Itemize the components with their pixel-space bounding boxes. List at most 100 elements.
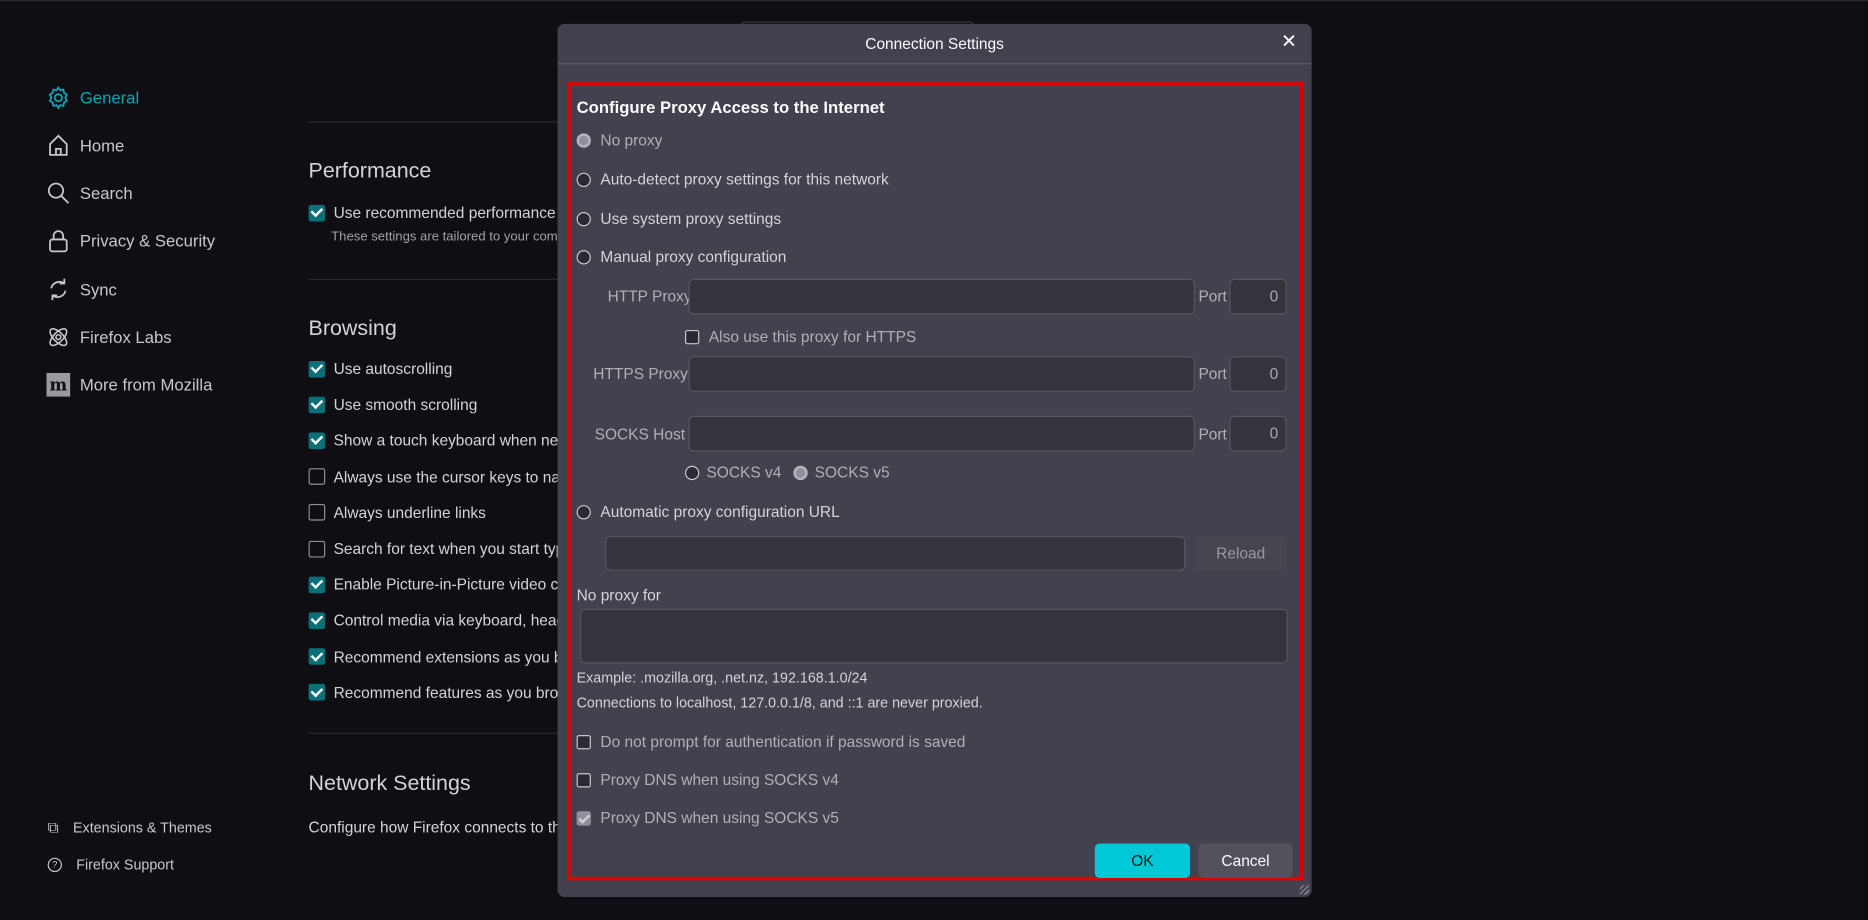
- browsing-heading: Browsing: [308, 315, 397, 340]
- connection-settings-dialog: Connection Settings ✕ Configure Proxy Ac…: [557, 23, 1312, 898]
- no-proxy-for-textarea[interactable]: [580, 608, 1288, 664]
- dialog-title: Connection Settings: [557, 24, 1312, 65]
- proxy-dns-socks5-checkbox[interactable]: Proxy DNS when using SOCKS v5: [576, 808, 839, 827]
- firefox-support-link[interactable]: ? Firefox Support: [47, 857, 174, 873]
- checkbox-label: Also use this proxy for HTTPS: [708, 327, 917, 346]
- https-port-input[interactable]: 0: [1229, 356, 1287, 392]
- sidebar-item-label: Firefox Labs: [79, 327, 172, 347]
- reload-button[interactable]: Reload: [1194, 536, 1287, 571]
- checkbox[interactable]: [308, 648, 326, 665]
- socks-host-input[interactable]: [688, 415, 1195, 452]
- divider: [308, 732, 571, 734]
- http-port-input[interactable]: 0: [1229, 278, 1287, 315]
- radio[interactable]: [576, 249, 591, 264]
- close-icon[interactable]: ✕: [1278, 32, 1299, 53]
- https-port-label: Port: [1198, 364, 1227, 383]
- puzzle-icon: ⧉: [47, 818, 59, 837]
- socks-port-input[interactable]: 0: [1229, 415, 1287, 452]
- ok-button[interactable]: OK: [1094, 843, 1191, 878]
- checkbox[interactable]: [308, 540, 326, 557]
- radio-manual-proxy[interactable]: Manual proxy configuration: [576, 248, 786, 266]
- sidebar-item-privacy[interactable]: Privacy & Security: [46, 229, 215, 253]
- checkbox-label: Enable Picture-in-Picture video controls: [333, 575, 559, 594]
- browsing-option-checkbox[interactable]: Recommend extensions as you browse: [308, 647, 559, 666]
- checkbox[interactable]: [308, 360, 326, 378]
- radio-auto-config-url[interactable]: Automatic proxy configuration URL: [576, 502, 840, 521]
- network-settings-description: Configure how Firefox connects to the in…: [308, 818, 559, 837]
- browsing-option-checkbox[interactable]: Enable Picture-in-Picture video controls: [308, 575, 559, 594]
- sidebar-item-label: Sync: [79, 279, 117, 300]
- https-proxy-input[interactable]: [688, 356, 1195, 392]
- recommended-performance-checkbox[interactable]: Use recommended performance settings: [308, 204, 559, 222]
- checkbox[interactable]: [308, 396, 326, 414]
- radio-socks-v5[interactable]: [793, 465, 808, 480]
- browsing-option-checkbox[interactable]: Control media via keyboard, headset, or …: [308, 612, 559, 629]
- also-https-checkbox[interactable]: Also use this proxy for HTTPS: [684, 327, 917, 346]
- help-icon: ?: [47, 857, 62, 873]
- radio[interactable]: [576, 132, 591, 148]
- radio-auto-detect[interactable]: Auto-detect proxy settings for this netw…: [576, 170, 889, 188]
- checkbox[interactable]: [308, 576, 326, 593]
- checkbox-label: Proxy DNS when using SOCKS v4: [600, 770, 839, 789]
- auto-config-url-input[interactable]: [605, 536, 1186, 571]
- sidebar-item-label: More from Mozilla: [79, 375, 213, 395]
- radio-no-proxy[interactable]: No proxy: [576, 131, 662, 149]
- search-icon: [47, 182, 70, 204]
- sidebar-item-firefox-labs[interactable]: Firefox Labs: [46, 325, 172, 349]
- radio-label: Automatic proxy configuration URL: [600, 502, 840, 521]
- extensions-themes-link[interactable]: ⧉ Extensions & Themes: [48, 818, 212, 837]
- example-text: Example: .mozilla.org, .net.nz, 192.168.…: [576, 669, 868, 687]
- browsing-option-checkbox[interactable]: Always underline links: [308, 503, 559, 522]
- checkbox[interactable]: [684, 329, 700, 344]
- atom-icon: [49, 328, 68, 347]
- socks-host-label: SOCKS Host: [594, 425, 685, 444]
- network-settings-heading: Network Settings: [308, 770, 471, 795]
- lock-icon: [49, 230, 68, 253]
- http-proxy-input[interactable]: [688, 278, 1195, 315]
- browsing-option-checkbox[interactable]: Use autoscrolling: [308, 360, 559, 378]
- sidebar-item-general[interactable]: General: [46, 85, 140, 110]
- radio[interactable]: [576, 211, 591, 226]
- checkbox[interactable]: [308, 468, 326, 485]
- radio-label: Use system proxy settings: [600, 209, 782, 228]
- checkbox-label: Do not prompt for authentication if pass…: [600, 732, 966, 751]
- localhost-note: Connections to localhost, 127.0.0.1/8, a…: [576, 694, 983, 712]
- radio-system-proxy[interactable]: Use system proxy settings: [576, 209, 782, 228]
- browsing-option-checkbox[interactable]: Use smooth scrolling: [308, 395, 559, 414]
- browsing-option-checkbox[interactable]: Search for text when you start typing: [308, 540, 559, 558]
- checkbox-label: Use smooth scrolling: [333, 395, 478, 414]
- checkbox-label: Proxy DNS when using SOCKS v5: [600, 808, 839, 827]
- sidebar-item-sync[interactable]: Sync: [46, 278, 117, 302]
- checkbox[interactable]: [308, 684, 326, 701]
- checkbox[interactable]: [308, 432, 326, 449]
- sidebar-item-home[interactable]: Home: [46, 133, 124, 157]
- checkbox[interactable]: [576, 810, 591, 825]
- radio-socks-v4[interactable]: [684, 465, 700, 480]
- firefox-settings-page: General Home Search Privacy & Security S…: [0, 0, 1868, 920]
- checkbox[interactable]: [308, 204, 326, 221]
- radio[interactable]: [576, 172, 591, 187]
- sidebar-item-more-from-mozilla[interactable]: m More from Mozilla: [46, 372, 213, 397]
- browsing-option-checkbox[interactable]: Always use the cursor keys to navigate w…: [308, 468, 559, 486]
- socks-port-label: Port: [1198, 425, 1227, 444]
- checkbox[interactable]: [576, 772, 591, 787]
- browsing-option-checkbox[interactable]: Recommend features as you browse: [308, 684, 559, 701]
- sidebar-item-search[interactable]: Search: [46, 181, 133, 205]
- cancel-button[interactable]: Cancel: [1198, 843, 1293, 878]
- checkbox[interactable]: [308, 504, 326, 521]
- checkbox-label: Recommend extensions as you browse: [333, 647, 559, 666]
- performance-note: These settings are tailored to your comp…: [331, 229, 558, 245]
- browsing-option-checkbox[interactable]: Show a touch keyboard when necessary: [308, 432, 559, 450]
- checkbox-label: Always underline links: [333, 503, 486, 522]
- proxy-dns-socks4-checkbox[interactable]: Proxy DNS when using SOCKS v4: [576, 770, 839, 789]
- no-auth-prompt-checkbox[interactable]: Do not prompt for authentication if pass…: [576, 732, 966, 751]
- mozilla-icon: m: [46, 372, 71, 397]
- divider: [308, 278, 571, 280]
- radio[interactable]: [576, 504, 591, 519]
- checkbox[interactable]: [308, 612, 326, 629]
- performance-heading: Performance: [308, 158, 432, 183]
- checkbox[interactable]: [576, 734, 591, 749]
- proxy-heading: Configure Proxy Access to the Internet: [576, 97, 885, 117]
- sidebar-item-label: General: [79, 88, 140, 108]
- resize-grip[interactable]: [1299, 885, 1310, 895]
